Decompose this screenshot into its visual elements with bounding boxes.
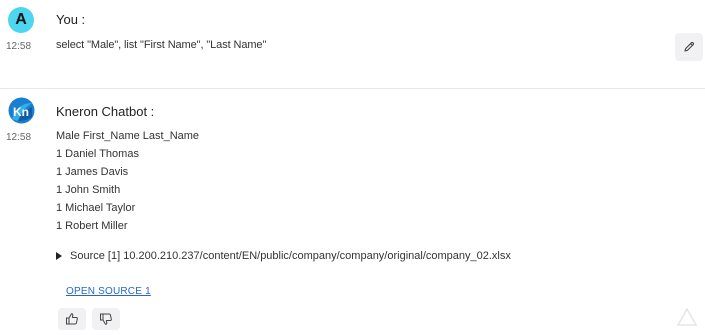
- svg-text:Kn: Kn: [13, 105, 29, 119]
- thumbs-up-icon: [66, 313, 78, 325]
- bot-message-time: 12:58: [6, 132, 32, 143]
- open-source-link[interactable]: OPEN SOURCE 1: [66, 286, 151, 297]
- result-line: 1 Daniel Thomas: [56, 148, 139, 160]
- bot-sender-label: Kneron Chatbot :: [56, 104, 155, 119]
- thumbs-down-button[interactable]: [92, 308, 120, 330]
- user-avatar-letter: A: [15, 11, 27, 28]
- source-text: Source [1] 10.200.210.237/content/EN/pub…: [70, 250, 511, 262]
- result-line: 1 Robert Miller: [56, 220, 128, 232]
- user-message-text: select "Male", list "First Name", "Last …: [56, 39, 267, 51]
- corner-triangle-icon: [676, 307, 698, 326]
- pencil-icon: [684, 41, 695, 52]
- user-sender-label: You :: [56, 12, 86, 27]
- user-message-time: 12:58: [6, 41, 32, 52]
- result-line: 1 James Davis: [56, 166, 129, 178]
- thumbs-up-button[interactable]: [58, 308, 86, 330]
- result-line: 1 John Smith: [56, 184, 121, 196]
- edit-message-button[interactable]: [675, 33, 703, 61]
- kneron-logo-icon: Kn: [8, 97, 35, 124]
- result-header: Male First_Name Last_Name: [56, 130, 200, 142]
- thumbs-down-icon: [100, 313, 112, 325]
- expand-triangle-icon[interactable]: [56, 252, 62, 260]
- result-line: 1 Michael Taylor: [56, 202, 136, 214]
- source-disclosure[interactable]: Source [1] 10.200.210.237/content/EN/pub…: [56, 250, 511, 262]
- message-divider: [0, 88, 705, 89]
- user-avatar: A: [8, 7, 34, 33]
